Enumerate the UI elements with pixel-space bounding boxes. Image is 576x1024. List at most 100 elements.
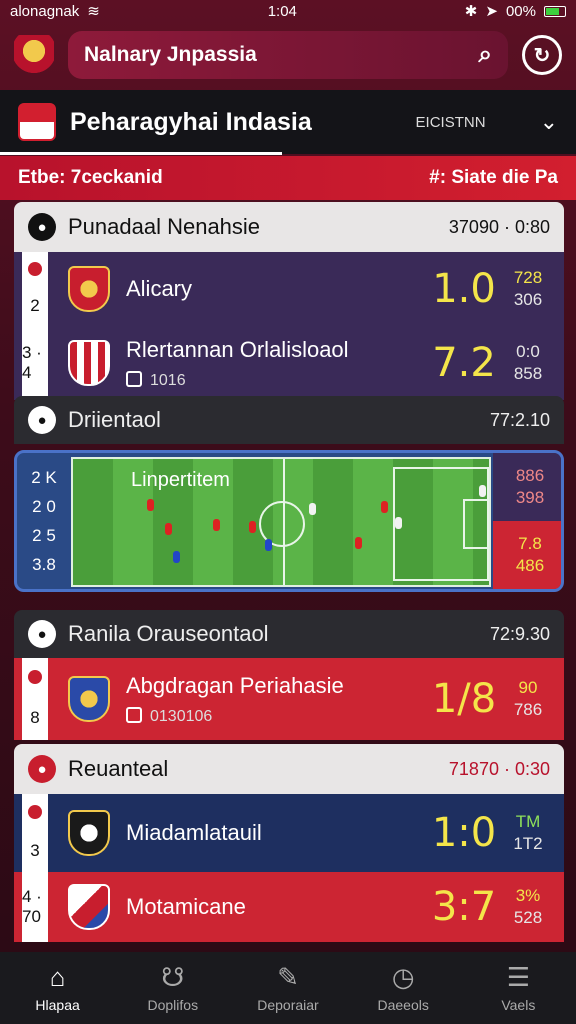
league-title: Peharagyhai Indasia: [70, 107, 312, 136]
match-row[interactable]: 3 · 4 Rlertannan Orlalisloaol 1016 7.2 0…: [14, 326, 564, 400]
home-icon: ⌂: [49, 962, 66, 992]
team-sub: 0130106: [126, 706, 424, 726]
location-icon: ➤: [485, 3, 498, 20]
section-header[interactable]: ● Ranila Orauseontaol 72:9.30: [14, 610, 564, 658]
odd-bottom: 858: [513, 364, 543, 383]
odd-top: TM: [515, 812, 541, 831]
team-sub-text: 0130106: [150, 707, 213, 725]
nav-label: Deporaiar: [257, 997, 319, 1013]
calendar-icon: [126, 706, 142, 723]
odds[interactable]: 0:0 858: [504, 341, 552, 385]
ball-icon: ●: [28, 406, 56, 434]
section-group: ● Reuanteal 71870 · 0:30 3 Miadamlatauil…: [14, 744, 564, 942]
nav-home[interactable]: ⌂ Hlapaa: [8, 963, 108, 1013]
nav-edit[interactable]: ✎ Deporaiar: [238, 963, 338, 1013]
pin-icon: [28, 670, 42, 684]
nav-whistle[interactable]: ☋ Doplifos: [123, 963, 223, 1013]
app-logo[interactable]: [14, 35, 54, 75]
player-marker: [173, 551, 180, 563]
odd-bottom: 306: [513, 290, 543, 309]
live-left-2: 2 0: [32, 496, 56, 516]
odd-top: 728: [513, 268, 543, 287]
team-name: Motamicane: [126, 894, 246, 919]
ball-icon: ●: [28, 213, 56, 241]
league-header[interactable]: Peharagyhai Indasia EICISTNN ⌄: [0, 90, 576, 154]
match-row[interactable]: 2 Alicary 1.0 728 306: [14, 252, 564, 326]
rank-label: 4 · 70: [22, 887, 42, 926]
player-marker: [265, 539, 272, 551]
rank-label: 2: [30, 296, 40, 315]
odds[interactable]: 728 306: [504, 267, 552, 311]
match-row[interactable]: 8 Abgdragan Periahasie 0130106 1/8 90 78…: [14, 658, 564, 740]
odds[interactable]: 3% 528: [504, 885, 552, 929]
nav-label: Daeeols: [377, 997, 429, 1013]
odds[interactable]: TM 1T2: [504, 811, 552, 855]
team-sub-text: 1016: [150, 371, 186, 389]
rank-label: 3: [30, 841, 40, 860]
league-switch-label[interactable]: EICISTNN: [416, 114, 486, 131]
search-text: Nalnary Jnpassia: [84, 43, 257, 66]
player-marker: [381, 501, 388, 513]
ball-icon: ●: [28, 620, 56, 648]
refresh-button[interactable]: ↻: [522, 35, 562, 75]
live-match-card[interactable]: 2 K 2 0 2 5 3.8 Linpertitem 886 398 7.8 …: [14, 450, 564, 592]
section-group: ● Punadaal Nenahsie 37090 · 0:80 2 Alica…: [14, 202, 564, 400]
nav-clock[interactable]: ◷ Daeeols: [353, 963, 453, 1013]
match-score: 1/8: [431, 676, 497, 722]
player-marker: [395, 517, 402, 529]
player-marker: [479, 485, 486, 497]
bluetooth-icon: ✱: [464, 3, 478, 20]
team-sub: 1016: [126, 370, 424, 390]
clock-icon: ◷: [391, 962, 415, 992]
top-bar: Nalnary Jnpassia ⌕ ↻: [0, 24, 576, 86]
pin-icon: [28, 805, 42, 819]
match-score: 3:7: [431, 884, 497, 930]
team-name: Miadamlatauil: [126, 820, 262, 845]
pin-icon: [28, 262, 42, 276]
rank-column: 8: [22, 658, 48, 740]
rank-column: 2: [22, 252, 48, 326]
live-odd-3: 7.8: [518, 534, 542, 553]
refresh-icon: ↻: [533, 44, 551, 67]
active-tab-indicator: [0, 152, 282, 155]
app-screen: alonagnak ≋ 1:04 ✱ ➤ 00% Nalnary Jnpassi…: [0, 0, 576, 1024]
section-header[interactable]: ● Reuanteal 71870 · 0:30: [14, 744, 564, 794]
match-row[interactable]: 4 · 70 Motamicane 3:7 3% 528: [14, 872, 564, 942]
odds[interactable]: 90 786: [504, 677, 552, 721]
chevron-down-icon[interactable]: ⌄: [540, 109, 558, 135]
live-title: Linpertitem: [131, 469, 230, 491]
league-flag-icon: [18, 103, 56, 141]
live-odds[interactable]: 886 398 7.8 486: [493, 453, 561, 589]
section-header[interactable]: ● Driientaol 77:2.10: [14, 396, 564, 444]
odd-top: 0:0: [516, 342, 540, 361]
search-icon[interactable]: ⌕: [479, 41, 492, 69]
nav-label: Vaels: [501, 997, 536, 1013]
section-time: 77:2.10: [489, 409, 550, 430]
player-marker: [355, 537, 362, 549]
odd-top: 3%: [515, 886, 541, 905]
battery-icon: [543, 5, 566, 17]
team-name: Abgdragan Periahasie: [126, 672, 344, 698]
ball-icon: ●: [28, 755, 56, 783]
team-name: Rlertannan Orlalisloaol: [126, 336, 349, 362]
team-crest-icon: [68, 676, 110, 722]
check-icon: [126, 370, 142, 387]
team-name: Alicary: [126, 276, 193, 301]
section-header[interactable]: ● Punadaal Nenahsie 37090 · 0:80: [14, 202, 564, 252]
team-crest-icon: [68, 340, 110, 386]
edit-icon: ✎: [277, 962, 299, 992]
player-marker: [147, 499, 154, 511]
section-time: 71870 · 0:30: [448, 758, 550, 779]
live-score-column: 2 K 2 0 2 5 3.8: [17, 453, 71, 589]
live-odd-4: 486: [515, 556, 545, 575]
pitch-view[interactable]: Linpertitem: [71, 457, 491, 587]
section-time: 72:9.30: [489, 623, 550, 644]
live-odds-bottom: 7.8 486: [493, 521, 561, 589]
battery-percent: 00%: [505, 2, 536, 20]
rank-column: 4 · 70: [22, 872, 48, 942]
nav-menu[interactable]: ☰ Vaels: [468, 963, 568, 1013]
live-odds-top: 886 398: [493, 453, 561, 521]
search-bar[interactable]: Nalnary Jnpassia ⌕: [68, 31, 508, 79]
bottom-nav: ⌂ Hlapaa ☋ Doplifos ✎ Deporaiar ◷ Daeeol…: [0, 952, 576, 1024]
match-row[interactable]: 3 Miadamlatauil 1:0 TM 1T2: [14, 794, 564, 872]
